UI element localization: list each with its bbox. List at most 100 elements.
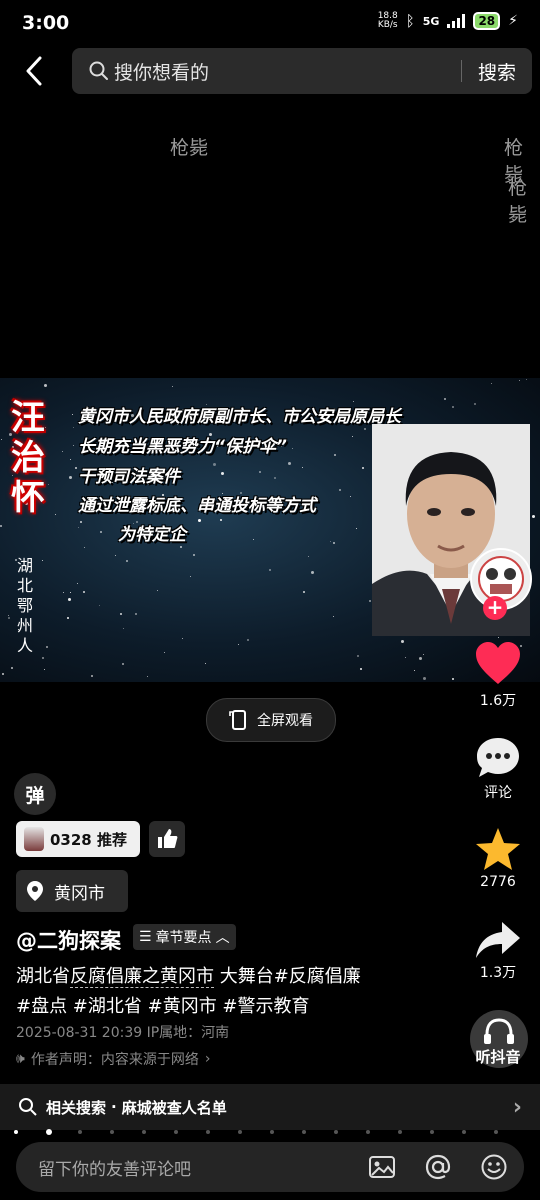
star-dot (67, 617, 69, 619)
comment-input[interactable]: 留下你的友善评论吧 (16, 1142, 524, 1192)
search-button[interactable]: 搜索 (462, 58, 532, 85)
status-time: 3:00 (22, 12, 70, 34)
location-pin-icon (27, 881, 43, 901)
star-dot (164, 652, 165, 653)
star-dot (330, 541, 331, 542)
progress-segment (270, 1130, 274, 1134)
progress-segment (302, 1130, 306, 1134)
fullscreen-label: 全屏观看 (257, 713, 313, 729)
star-dot (350, 496, 351, 497)
star-dot (303, 591, 305, 593)
star-dot (8, 615, 9, 616)
recommend-chip[interactable]: 0328 推荐 (16, 821, 140, 857)
video-title-name: 汪治怀 (11, 398, 45, 518)
star-dot (423, 654, 424, 655)
fullscreen-button[interactable]: 全屏观看 (206, 698, 336, 742)
star-dot (42, 560, 43, 561)
video-progress-bar[interactable] (14, 1129, 526, 1135)
chapter-label: 章节要点 (155, 930, 212, 946)
like-count: 1.6万 (479, 693, 517, 709)
related-query: 麻城被查人名单 (121, 1098, 227, 1117)
star-dot (135, 613, 137, 615)
star-dot (519, 380, 520, 381)
location-chip[interactable]: 黄冈市 (16, 870, 128, 912)
star-dot (83, 591, 85, 593)
star-dot (362, 467, 364, 469)
star-dot (193, 554, 195, 556)
author-name[interactable]: @二狗探案 (16, 925, 121, 955)
charging-icon: ⚡ (508, 13, 518, 29)
star-dot (55, 514, 56, 515)
progress-segment (398, 1130, 402, 1134)
video-player[interactable]: 汪治怀 湖北鄂州人 黄冈市人民政府原副市长、市公安局原局长 长期充当黑恶势力“保… (0, 378, 540, 682)
star-dot (452, 678, 454, 680)
follow-plus-button[interactable]: + (483, 596, 507, 620)
video-description[interactable]: 湖北省反腐倡廉之黄冈市 大舞台#反腐倡廉 #盘点 #湖北省 #黄冈市 #警示教育 (16, 962, 456, 1022)
comment-placeholder[interactable]: 留下你的友善评论吧 (38, 1155, 368, 1180)
star-dot (364, 428, 366, 430)
star-dot (1, 439, 2, 440)
star-dot (115, 555, 116, 556)
star-dot (80, 521, 82, 523)
star-dot (190, 576, 191, 577)
star-dot (62, 451, 63, 452)
hashtags[interactable]: #盘点 #湖北省 #黄冈市 #警示教育 (16, 996, 310, 1017)
star-dot (11, 667, 13, 669)
danmaku-toggle-button[interactable]: 弹 (14, 773, 56, 815)
star-dot (498, 637, 499, 638)
related-search-bar[interactable]: 相关搜索 · 麻城被查人名单 › (0, 1084, 540, 1130)
description-link[interactable]: 反腐倡廉之黄冈市 (70, 966, 214, 988)
star-dot (357, 655, 359, 657)
star-icon[interactable] (474, 826, 522, 874)
star-dot (42, 657, 44, 659)
progress-segment (334, 1130, 338, 1134)
star-dot (126, 560, 128, 562)
search-bar[interactable]: 搜你想看的 搜索 (72, 48, 532, 94)
search-input[interactable]: 搜你想看的 (114, 58, 461, 85)
recommender-avatar (24, 827, 44, 851)
video-text-line: 长期充当黑恶势力“保护伞” (78, 437, 287, 457)
star-dot (253, 539, 254, 540)
network-label: 5G (422, 14, 440, 28)
video-text-line: 为特定企 (118, 525, 186, 545)
star-dot (369, 600, 371, 602)
star-dot (198, 519, 201, 522)
star-dot (69, 476, 72, 479)
at-mention-icon[interactable] (424, 1153, 452, 1181)
back-arrow-icon[interactable] (20, 54, 50, 88)
star-dot (269, 569, 271, 571)
star-dot (70, 592, 71, 593)
star-dot (292, 448, 293, 449)
image-icon[interactable] (368, 1153, 396, 1181)
emoji-icon[interactable] (480, 1153, 508, 1181)
progress-segment (46, 1129, 52, 1135)
progress-segment (494, 1130, 498, 1134)
share-arrow-icon[interactable] (474, 916, 522, 964)
comment-icon[interactable] (474, 734, 522, 782)
star-dot (205, 663, 206, 664)
related-prefix: 相关搜索 (46, 1098, 107, 1117)
status-icons: 18.8 KB/s ᛒ 5G 28 ⚡ (378, 12, 518, 30)
star-dot (352, 436, 353, 437)
progress-segment (174, 1130, 178, 1134)
star-dot (44, 384, 47, 387)
rotate-screen-icon (229, 710, 246, 730)
search-icon (19, 1098, 37, 1116)
star-dot (123, 628, 124, 629)
chapter-points-button[interactable]: ☰ 章节要点 ︿ (133, 924, 236, 950)
recommend-thumb-button[interactable] (149, 821, 185, 857)
star-dot (68, 598, 71, 601)
signal-icon (447, 14, 466, 28)
progress-segment (462, 1130, 466, 1134)
star-dot (120, 613, 122, 615)
progress-segment (206, 1130, 210, 1134)
author-claim[interactable]: 🕪 作者声明：内容来源于网络 › (16, 1049, 210, 1069)
share-count: 1.3万 (479, 965, 517, 981)
star-dot (302, 467, 303, 468)
progress-segment (110, 1130, 114, 1134)
star-dot (423, 677, 426, 680)
star-dot (414, 670, 415, 671)
heart-icon[interactable] (474, 640, 522, 688)
star-dot (213, 463, 216, 466)
chevron-up-icon: ︿ (215, 930, 230, 946)
